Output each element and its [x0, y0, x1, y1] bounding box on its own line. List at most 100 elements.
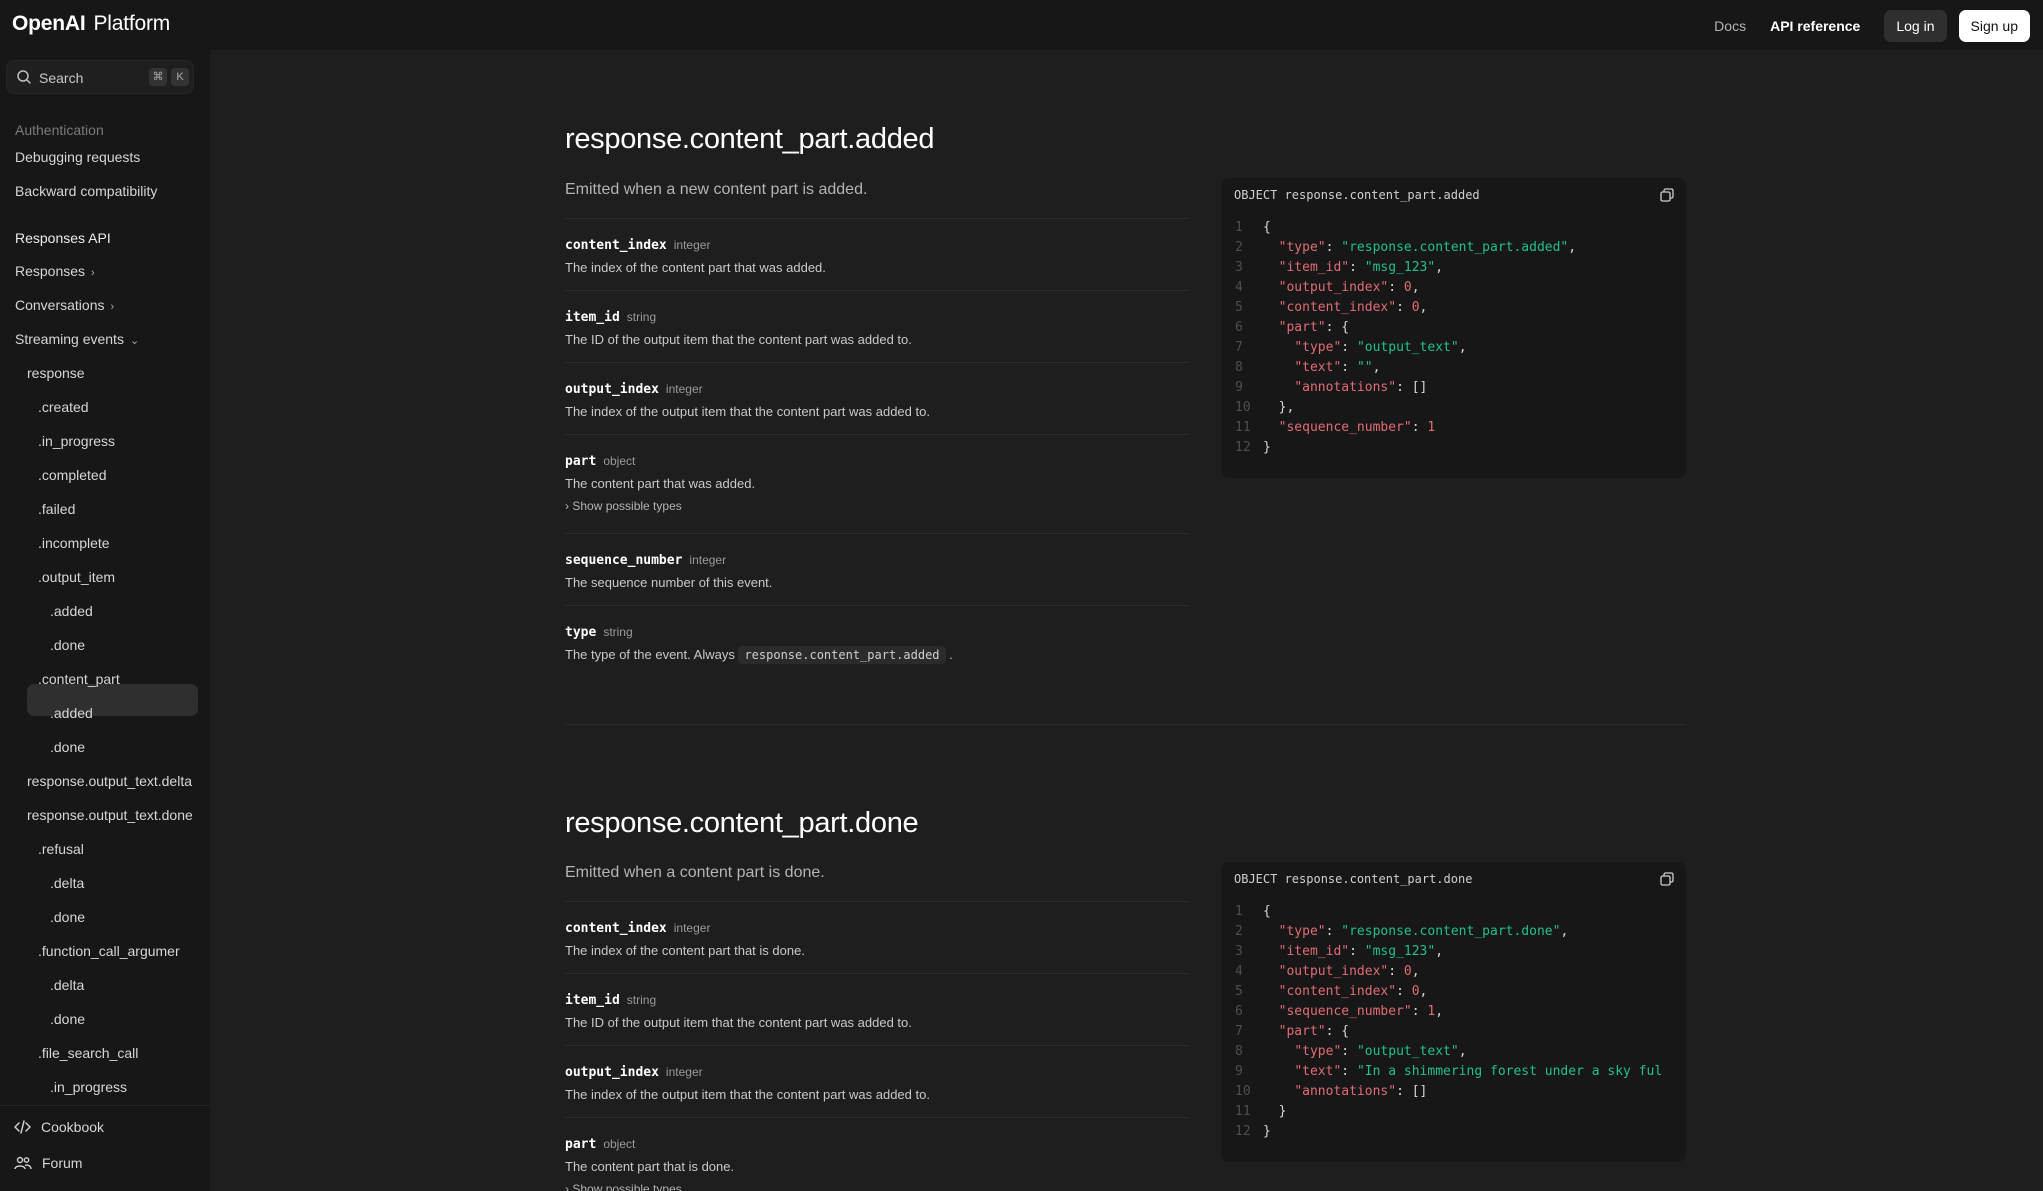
sidebar-footer: Cookbook Forum: [0, 1105, 210, 1191]
sidebar-item-responses[interactable]: Responses ›: [15, 263, 95, 279]
sidebar-item-added[interactable]: .added: [50, 705, 93, 721]
command-key-icon: ⌘: [149, 68, 167, 86]
param-name: content_index: [565, 921, 667, 936]
sidebar-item-done[interactable]: .done: [50, 1011, 85, 1027]
code-text: "annotations": []: [1294, 1084, 1428, 1099]
code-text: {: [1263, 220, 1271, 235]
line-number: 1: [1235, 904, 1243, 919]
sidebar-item-response-output-text-delta[interactable]: response.output_text.delta: [27, 773, 192, 789]
code-text: "output_index": 0,: [1278, 280, 1420, 295]
sidebar-item-refusal[interactable]: .refusal: [38, 841, 84, 857]
param-output-index: output_index integer The index of the out…: [565, 1045, 1189, 1117]
code-text: "part": {: [1278, 320, 1350, 335]
api-reference-link[interactable]: API reference: [1770, 18, 1860, 34]
copy-icon[interactable]: [1660, 188, 1674, 202]
code-line: 5 "content_index": 0,: [1221, 300, 1686, 320]
param-type: integer: [665, 382, 703, 396]
section-description-done: Emitted when a content part is done.: [565, 864, 825, 881]
param-type: string: [626, 310, 657, 324]
section-title-added: response.content_part.added: [565, 123, 935, 155]
show-possible-types-toggle[interactable]: › Show possible types: [565, 1182, 1189, 1191]
cookbook-link[interactable]: Cookbook: [14, 1119, 104, 1135]
sidebar-item-response-output-text-done[interactable]: response.output_text.done: [27, 807, 193, 823]
sidebar-item-response[interactable]: response: [27, 365, 85, 381]
sidebar-item-content-part[interactable]: .content_part: [38, 671, 120, 687]
forum-link[interactable]: Forum: [14, 1155, 82, 1171]
sidebar-item-delta[interactable]: .delta: [50, 977, 84, 993]
param-description: The ID of the output item that the conte…: [565, 332, 912, 347]
param-content-index: content_index integer The index of the co…: [565, 901, 1189, 973]
sidebar-item-in-progress[interactable]: .in_progress: [38, 433, 115, 449]
sidebar-item-label: .function_call_argumer: [38, 943, 180, 959]
sidebar-item-done[interactable]: .done: [50, 637, 85, 653]
code-text: "sequence_number": 1,: [1278, 1004, 1444, 1019]
sidebar-item-label: .done: [50, 1011, 86, 1027]
show-possible-types-toggle[interactable]: › Show possible types: [565, 499, 1189, 513]
sidebar-item-incomplete[interactable]: .incomplete: [38, 535, 110, 551]
sidebar-item-label: .done: [50, 637, 86, 653]
chevron-down-icon: ⌄: [129, 335, 140, 347]
sidebar-item-file-search-call[interactable]: .file_search_call: [38, 1045, 138, 1061]
sidebar-item-delta[interactable]: .delta: [50, 875, 84, 891]
docs-link[interactable]: Docs: [1714, 18, 1746, 34]
sidebar-item-debugging-requests[interactable]: Debugging requests: [15, 149, 140, 165]
line-number: 8: [1235, 360, 1243, 375]
main-content: response.content_part.added Emitted when…: [210, 50, 2043, 1191]
line-number: 9: [1235, 380, 1243, 395]
param-type: string: [603, 625, 633, 639]
param-part: part object The content part that was add…: [565, 434, 1189, 533]
line-number: 10: [1235, 1084, 1251, 1099]
sidebar-item-completed[interactable]: .completed: [38, 467, 106, 483]
sidebar-item-done[interactable]: .done: [50, 739, 85, 755]
sidebar-item-streaming-events[interactable]: Streaming events ⌄: [15, 331, 139, 347]
code-line: 8 "type": "output_text",: [1221, 1044, 1686, 1064]
copy-icon[interactable]: [1660, 872, 1674, 886]
line-number: 10: [1235, 400, 1251, 415]
param-description: The index of the content part that is do…: [565, 943, 805, 958]
sidebar-item-failed[interactable]: .failed: [38, 501, 75, 517]
login-button[interactable]: Log in: [1884, 10, 1947, 42]
sidebar: Search ⌘ K Authentication Debugging reque…: [0, 50, 210, 1191]
line-number: 11: [1235, 420, 1251, 435]
section-divider: [565, 724, 1686, 725]
line-number: 8: [1235, 1044, 1243, 1059]
forum-label: Forum: [42, 1155, 83, 1171]
top-bar: OpenAI Platform Docs API reference Log in…: [0, 0, 2043, 50]
sidebar-item-label: Backward compatibility: [15, 183, 158, 199]
sidebar-item-conversations[interactable]: Conversations ›: [15, 297, 114, 313]
code-line: 7 "type": "output_text",: [1221, 340, 1686, 360]
sidebar-item-created[interactable]: .created: [38, 399, 89, 415]
sidebar-item-output-item[interactable]: .output_item: [38, 569, 115, 585]
inline-code: response.content_part.added: [738, 646, 946, 664]
param-description: The content part that is done.: [565, 1159, 735, 1174]
param-name: part: [565, 1137, 597, 1152]
sidebar-item-authentication[interactable]: Authentication: [15, 122, 104, 138]
sidebar-item-label: Streaming events: [15, 331, 124, 347]
sidebar-item-backward-compatibility[interactable]: Backward compatibility: [15, 183, 157, 199]
sidebar-item-function-call-argumer[interactable]: .function_call_argumer: [38, 943, 180, 959]
sidebar-nav: Authentication Debugging requests Backward…: [0, 98, 210, 1156]
code-text: "type": "response.content_part.added",: [1278, 240, 1577, 255]
param-name: sequence_number: [565, 553, 683, 568]
param-part: part object The content part that is done…: [565, 1117, 1189, 1191]
code-line: 4 "output_index": 0,: [1221, 280, 1686, 300]
brand-name: OpenAI: [12, 12, 86, 35]
sidebar-item-done[interactable]: .done: [50, 909, 85, 925]
sidebar-item-label: .file_search_call: [38, 1045, 139, 1061]
search-input[interactable]: Search ⌘ K: [6, 60, 194, 94]
sidebar-item-responses-api[interactable]: Responses API: [15, 230, 111, 246]
sidebar-item-added[interactable]: .added: [50, 603, 93, 619]
code-line: 9 "annotations": []: [1221, 380, 1686, 400]
line-number: 7: [1235, 340, 1243, 355]
signup-button[interactable]: Sign up: [1958, 10, 2030, 42]
show-possible-types-label: Show possible types: [572, 499, 682, 513]
sidebar-item-in-progress[interactable]: .in_progress: [50, 1079, 127, 1095]
line-number: 1: [1235, 220, 1243, 235]
line-number: 5: [1235, 984, 1243, 999]
sidebar-item-label: .completed: [38, 467, 107, 483]
code-line: 8 "text": "",: [1221, 360, 1686, 380]
sidebar-item-label: Authentication: [15, 122, 104, 138]
brand-logo[interactable]: OpenAI Platform: [12, 12, 170, 36]
sidebar-item-label: Responses: [15, 263, 86, 279]
code-sample-done: OBJECT response.content_part.done 1{2 "t…: [1221, 862, 1686, 1162]
